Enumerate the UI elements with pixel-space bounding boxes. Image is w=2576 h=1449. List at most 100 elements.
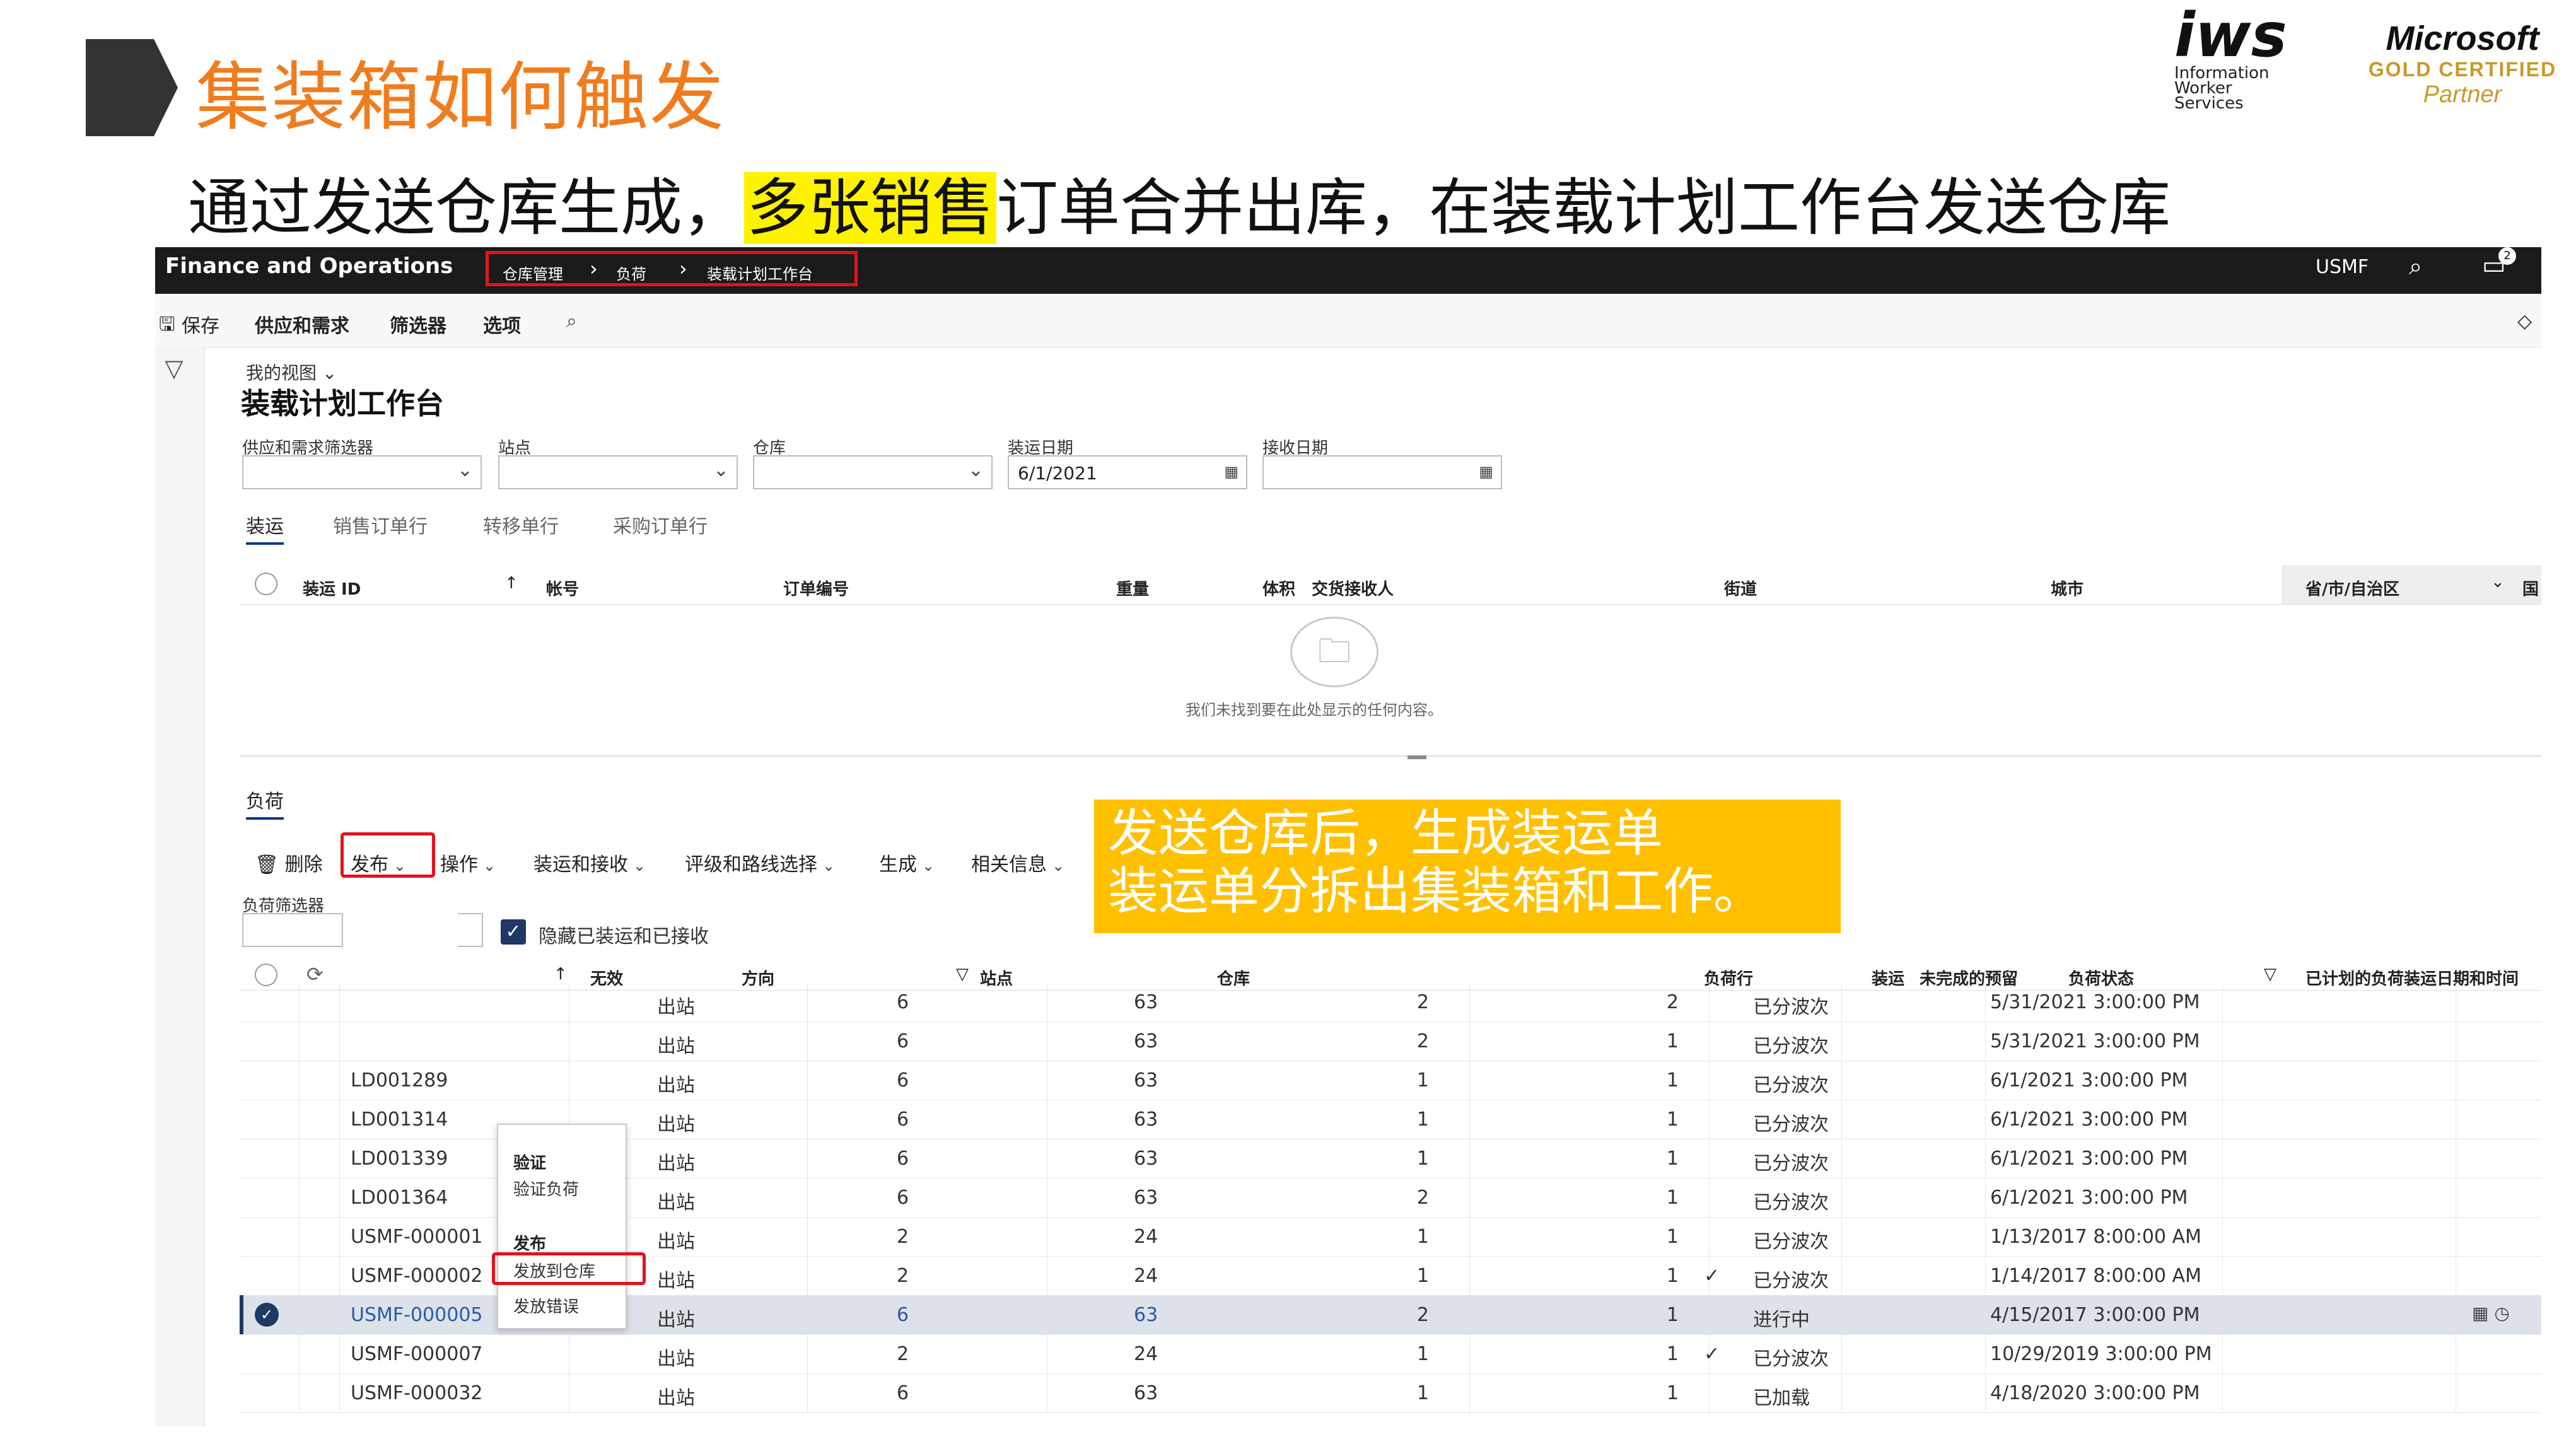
calendar-icon[interactable]: ▦ bbox=[1479, 463, 1493, 480]
col-order-number[interactable]: 订单编号 bbox=[783, 576, 849, 600]
column-divider bbox=[299, 982, 300, 1021]
col-state[interactable]: 省/市/自治区 bbox=[2305, 576, 2399, 600]
filter-icon[interactable]: ▽ bbox=[956, 965, 969, 984]
cell-dt: 6/1/2021 3:00:00 PM bbox=[1990, 1148, 2188, 1170]
cell-id[interactable]: USMF-000032 bbox=[351, 1382, 483, 1404]
site-select[interactable]: ⌄ bbox=[498, 455, 738, 489]
cell-wh: 63 bbox=[1134, 1304, 1158, 1326]
column-divider bbox=[299, 1021, 300, 1061]
receipt-date-input[interactable]: ▦ bbox=[1262, 455, 1502, 489]
breadcrumb-warehouse-mgmt[interactable]: 仓库管理 bbox=[503, 262, 563, 284]
save-icon[interactable]: 🖫 bbox=[159, 310, 175, 342]
table-row[interactable]: 出站 6 63 2 2 已分波次 5/31/2021 3:00:00 PM bbox=[240, 982, 2541, 1022]
cell-ship: 1 bbox=[1666, 1187, 1679, 1209]
app-name[interactable]: Finance and Operations bbox=[165, 253, 453, 279]
cell-ship: 1 bbox=[1666, 1265, 1679, 1287]
cell-lines: 1 bbox=[1416, 1109, 1429, 1131]
tab-sales-lines[interactable]: 销售订单行 bbox=[333, 511, 428, 538]
cell-wh: 63 bbox=[1134, 1069, 1158, 1091]
menu-item-validate-load[interactable]: 验证负荷 bbox=[513, 1177, 579, 1200]
subtitle-highlight: 多张销售 bbox=[744, 172, 997, 244]
cell-id[interactable]: LD001314 bbox=[351, 1109, 448, 1131]
cell-lines: 2 bbox=[1416, 1187, 1429, 1209]
filter-icon[interactable]: ▽ bbox=[155, 354, 193, 382]
col-street[interactable]: 街道 bbox=[1724, 576, 1757, 600]
cell-id[interactable]: USMF-000002 bbox=[351, 1265, 483, 1287]
col-city[interactable]: 城市 bbox=[2051, 576, 2084, 600]
ship-receive-menu-button[interactable]: 装运和接收 ⌄ bbox=[533, 849, 646, 876]
tab-shipments[interactable]: 装运 bbox=[246, 511, 284, 545]
filters-tab[interactable]: 筛选器 bbox=[390, 310, 446, 338]
breadcrumb-load-planning[interactable]: 装载计划工作台 bbox=[707, 262, 813, 284]
warehouse-select[interactable]: ⌄ bbox=[753, 455, 993, 489]
delete-button[interactable]: 🗑 删除 bbox=[255, 849, 323, 876]
cell-id[interactable]: LD001364 bbox=[351, 1187, 448, 1209]
options-tab[interactable]: 选项 bbox=[483, 310, 521, 338]
cell-dir: 出站 bbox=[657, 1309, 695, 1331]
column-divider bbox=[339, 1021, 340, 1061]
col-delivery-name[interactable]: 交货接收人 bbox=[1312, 576, 1394, 600]
menu-section-validate: 验证 bbox=[513, 1154, 547, 1173]
calendar-icon[interactable]: ▦ bbox=[1224, 463, 1238, 480]
loads-section-title[interactable]: 负荷 bbox=[246, 786, 284, 820]
cell-site: 6 bbox=[897, 1030, 909, 1052]
company-picker[interactable]: USMF bbox=[2316, 256, 2369, 278]
calendar-clock-icon[interactable]: ▦ ◷ bbox=[2472, 1303, 2510, 1324]
title-chevron bbox=[86, 39, 178, 136]
column-divider bbox=[807, 1100, 808, 1139]
col-volume[interactable]: 体积 bbox=[1262, 576, 1295, 600]
column-divider bbox=[1469, 1217, 1470, 1256]
splitter-handle[interactable] bbox=[1407, 755, 1426, 759]
col-weight[interactable]: 重量 bbox=[1116, 576, 1149, 600]
column-divider bbox=[1841, 1295, 1842, 1334]
select-all-checkbox[interactable] bbox=[255, 573, 277, 595]
column-divider bbox=[1841, 1100, 1842, 1139]
save-button[interactable]: 保存 bbox=[182, 310, 219, 338]
rating-routing-menu-button[interactable]: 评级和路线选择 ⌄ bbox=[685, 849, 835, 876]
load-filter-input[interactable] bbox=[242, 913, 343, 947]
cell-site: 6 bbox=[897, 1187, 909, 1209]
cell-id[interactable]: USMF-000007 bbox=[351, 1343, 483, 1365]
load-filter-input-end[interactable] bbox=[458, 913, 483, 947]
supply-demand-filter-select[interactable]: ⌄ bbox=[242, 455, 482, 489]
search-icon[interactable]: ⌕ bbox=[2409, 252, 2422, 281]
operations-menu-button[interactable]: 操作 ⌄ bbox=[440, 849, 496, 876]
table-row[interactable]: USMF-000007 出站 2 24 1 1 ✓ 已分波次 10/29/2019 3:00:0… bbox=[240, 1334, 2541, 1374]
cell-site: 2 bbox=[897, 1226, 909, 1248]
tab-purchase-lines[interactable]: 采购订单行 bbox=[613, 511, 708, 538]
cell-status: 进行中 bbox=[1753, 1309, 1810, 1331]
chevron-down-icon[interactable]: ⌄ bbox=[2491, 573, 2505, 591]
cell-lines: 2 bbox=[1416, 1304, 1429, 1326]
cell-lines: 1 bbox=[1416, 1382, 1429, 1404]
cell-id[interactable]: USMF-000005 bbox=[351, 1304, 483, 1326]
column-divider bbox=[1709, 1295, 1710, 1334]
col-account[interactable]: 帐号 bbox=[546, 576, 579, 600]
row-selected-checkbox[interactable]: ✓ bbox=[255, 1303, 279, 1327]
table-row[interactable]: 出站 6 63 2 1 已分波次 5/31/2021 3:00:00 PM bbox=[240, 1021, 2541, 1061]
menu-item-release-errors[interactable]: 发放错误 bbox=[513, 1294, 579, 1317]
table-row[interactable]: USMF-000032 出站 6 63 1 1 已加载 4/18/2020 3:00:00 P… bbox=[240, 1373, 2541, 1413]
generate-menu-button[interactable]: 生成 ⌄ bbox=[879, 849, 935, 876]
collapse-icon[interactable]: ◇ bbox=[2517, 310, 2532, 332]
ms-partner-text: Partner bbox=[2423, 81, 2502, 108]
breadcrumb-loads[interactable]: 负荷 bbox=[616, 262, 646, 284]
column-divider bbox=[807, 1256, 808, 1295]
cell-id[interactable]: LD001339 bbox=[351, 1148, 448, 1170]
cell-id[interactable]: LD001289 bbox=[351, 1069, 448, 1091]
search-icon[interactable]: ⌕ bbox=[566, 310, 577, 332]
col-shipment-id[interactable]: 装运 ID bbox=[303, 576, 361, 600]
cell-wh: 24 bbox=[1134, 1265, 1158, 1287]
tab-transfer-lines[interactable]: 转移单行 bbox=[483, 511, 559, 538]
release-dropdown-menu: 验证 验证负荷 发布 发放到仓库 发放错误 bbox=[497, 1124, 627, 1329]
filter-icon[interactable]: ▽ bbox=[2264, 965, 2276, 984]
related-info-menu-button[interactable]: 相关信息 ⌄ bbox=[971, 849, 1064, 876]
cell-id[interactable]: USMF-000001 bbox=[351, 1226, 483, 1248]
ship-date-input[interactable]: 6/1/2021 ▦ bbox=[1008, 455, 1247, 489]
table-row[interactable]: LD001289 出站 6 63 1 1 已分波次 6/1/2021 3:00:00 PM bbox=[240, 1061, 2541, 1100]
col-country[interactable]: 国 bbox=[2522, 576, 2539, 600]
rating-routing-label: 评级和路线选择 bbox=[685, 854, 817, 876]
supply-demand-tab[interactable]: 供应和需求 bbox=[255, 310, 349, 338]
cell-ship: 2 bbox=[1666, 991, 1679, 1013]
cell-dt: 6/1/2021 3:00:00 PM bbox=[1990, 1069, 2188, 1091]
hide-shipped-checkbox[interactable]: ✓ bbox=[501, 919, 526, 945]
